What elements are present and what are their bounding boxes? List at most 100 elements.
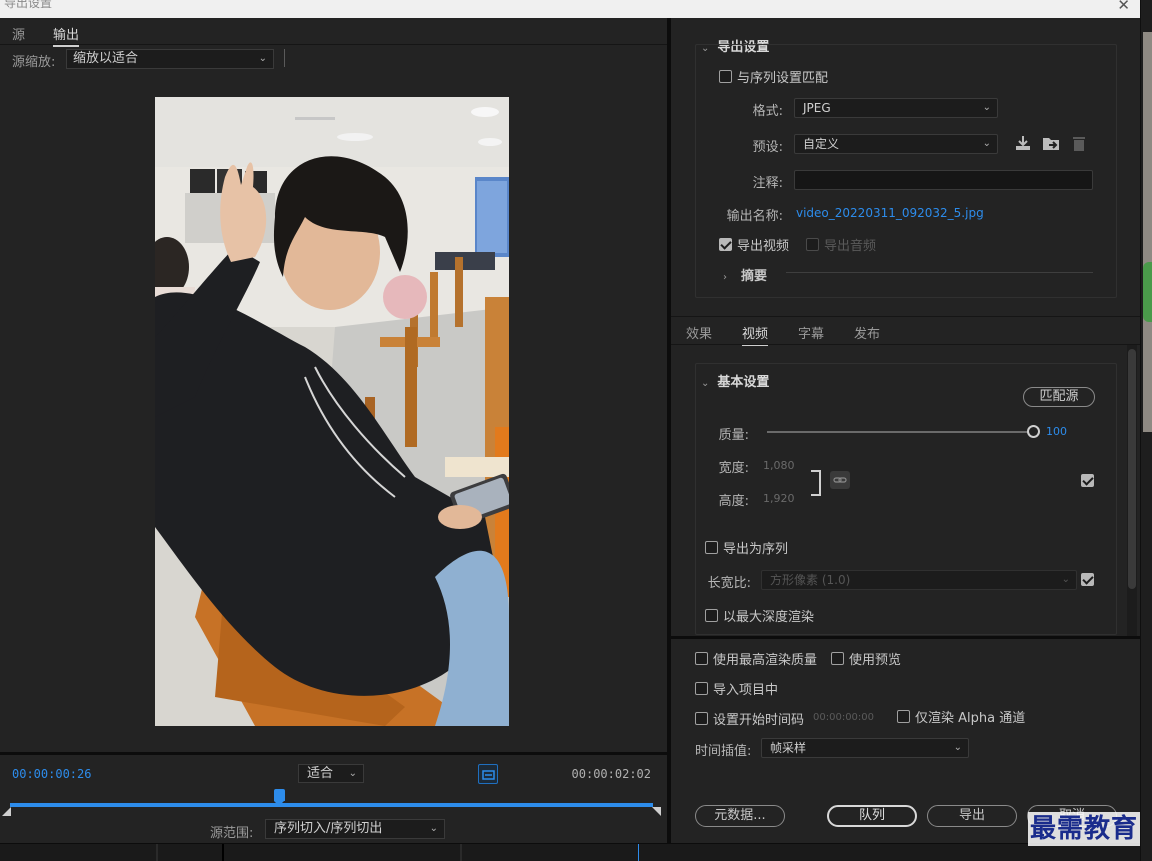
time-interpolation-select[interactable]: 帧采样 ⌄ xyxy=(761,738,969,758)
divider xyxy=(460,844,462,861)
export-video-checkbox[interactable]: 导出视频 xyxy=(719,235,789,254)
chevron-down-icon: ⌄ xyxy=(429,823,438,834)
format-label: 格式: xyxy=(752,104,783,119)
zoom-fit-select[interactable]: 适合 ⌄ xyxy=(298,764,364,783)
tab-video[interactable]: 视频 xyxy=(742,323,769,346)
tab-captions[interactable]: 字幕 xyxy=(798,323,824,342)
checkbox-box xyxy=(695,712,708,725)
override-size-checkbox[interactable] xyxy=(1081,474,1099,487)
chevron-down-icon: ⌄ xyxy=(348,768,357,779)
width-value[interactable]: 1,080 xyxy=(763,459,795,472)
format-value: JPEG xyxy=(803,101,831,115)
watermark-text: 最需教育 xyxy=(1028,812,1141,846)
max-render-quality-checkbox[interactable]: 使用最高渲染质量 xyxy=(695,649,817,668)
chevron-down-icon: ⌄ xyxy=(953,742,962,753)
fit-frame-button[interactable] xyxy=(478,764,498,784)
set-start-timecode-checkbox[interactable]: 设置开始时间码 xyxy=(695,709,804,728)
quality-value[interactable]: 100 xyxy=(1046,425,1067,438)
preset-select[interactable]: 自定义 ⌄ xyxy=(794,134,998,154)
height-value[interactable]: 1,920 xyxy=(763,492,795,505)
chevron-down-icon: ⌄ xyxy=(258,53,267,64)
delete-preset-icon[interactable] xyxy=(1069,134,1089,152)
metadata-button[interactable]: 元数据... xyxy=(695,805,785,827)
alpha-only-label: 仅渲染 Alpha 通道 xyxy=(915,711,1026,726)
chevron-down-icon: ⌄ xyxy=(982,138,991,149)
source-zoom-value: 缩放以适合 xyxy=(73,51,139,66)
aspect-select[interactable]: 方形像素 (1.0) ⌄ xyxy=(761,570,1077,590)
timeline-controls: 00:00:00:26 适合 ⌄ 00:00:02:02 源范围: 序列切入/序… xyxy=(0,752,667,844)
quality-slider-knob[interactable] xyxy=(1027,425,1040,438)
source-range-value: 序列切入/序列切出 xyxy=(274,821,383,836)
output-name-link[interactable]: video_20220311_092032_5.jpg xyxy=(796,206,984,220)
video-settings-area: ⌄ 基本设置 匹配源 质量: 100 宽度: 1,080 高度: 1,920 导出… xyxy=(671,344,1140,637)
current-timecode[interactable]: 00:00:00:26 xyxy=(12,767,91,781)
max-depth-checkbox[interactable]: 以最大深度渲染 xyxy=(705,606,814,625)
timeline-track[interactable] xyxy=(10,803,653,807)
zoom-fit-value: 适合 xyxy=(307,766,334,781)
tab-effects[interactable]: 效果 xyxy=(686,323,712,342)
checkbox-box xyxy=(695,652,708,665)
settings-tabs: 效果 视频 字幕 发布 xyxy=(671,316,1140,346)
background-window-strip xyxy=(1140,0,1152,861)
preset-label: 预设: xyxy=(752,140,783,155)
time-interpolation-label: 时间插值: xyxy=(695,744,752,759)
export-audio-checkbox[interactable]: 导出音频 xyxy=(806,235,876,254)
out-point-handle[interactable] xyxy=(652,807,661,816)
tab-publish[interactable]: 发布 xyxy=(854,323,880,342)
window-title: 导出设置 xyxy=(4,0,53,10)
left-preview-panel: 源 输出 源缩放: 缩放以适合 ⌄ xyxy=(0,18,667,750)
match-sequence-label: 与序列设置匹配 xyxy=(737,71,829,86)
export-audio-label: 导出音频 xyxy=(824,239,877,254)
start-timecode-value[interactable]: 00:00:00:00 xyxy=(813,712,874,723)
format-select[interactable]: JPEG ⌄ xyxy=(794,98,998,118)
end-timecode: 00:00:02:02 xyxy=(571,767,651,781)
checkbox-box xyxy=(806,238,819,251)
comment-label: 注释: xyxy=(752,176,783,191)
override-aspect-checkbox[interactable] xyxy=(1081,573,1099,586)
alpha-only-checkbox[interactable]: 仅渲染 Alpha 通道 xyxy=(897,707,1025,726)
export-as-sequence-checkbox[interactable]: 导出为序列 xyxy=(705,538,788,557)
tab-source[interactable]: 源 xyxy=(12,24,25,43)
import-into-project-checkbox[interactable]: 导入项目中 xyxy=(695,679,778,698)
checkbox-box xyxy=(719,238,732,251)
max-render-quality-label: 使用最高渲染质量 xyxy=(713,653,818,668)
match-source-button[interactable]: 匹配源 xyxy=(1023,387,1095,407)
scrollbar-thumb[interactable] xyxy=(1128,349,1136,589)
import-preset-icon[interactable] xyxy=(1041,134,1061,152)
checkbox-box xyxy=(897,710,910,723)
close-icon[interactable]: ✕ xyxy=(1117,0,1130,14)
export-settings-panel: ⌄ 导出设置 与序列设置匹配 格式: JPEG ⌄ 预设: 自定义 ⌄ 注释: 输… xyxy=(671,18,1140,843)
set-start-timecode-label: 设置开始时间码 xyxy=(713,713,805,728)
source-zoom-select[interactable]: 缩放以适合 ⌄ xyxy=(66,49,274,69)
width-label: 宽度: xyxy=(718,461,749,476)
quality-slider[interactable] xyxy=(767,431,1035,433)
match-sequence-checkbox[interactable]: 与序列设置匹配 xyxy=(719,67,828,86)
chevron-down-icon: ⌄ xyxy=(982,102,991,113)
comment-input[interactable] xyxy=(794,170,1093,190)
in-point-handle[interactable] xyxy=(2,807,11,816)
summary-label: 摘要 xyxy=(741,269,768,284)
checkbox-box xyxy=(1081,474,1094,487)
use-preview-checkbox[interactable]: 使用预览 xyxy=(831,649,901,668)
import-into-project-label: 导入项目中 xyxy=(713,683,779,698)
height-label: 高度: xyxy=(718,494,749,509)
basic-settings-header[interactable]: ⌄ 基本设置 xyxy=(701,371,769,390)
save-preset-icon[interactable] xyxy=(1013,134,1033,152)
basic-settings-title: 基本设置 xyxy=(717,375,770,390)
source-range-label: 源范围: xyxy=(210,826,254,841)
output-preview-viewer[interactable] xyxy=(0,72,667,750)
background-preview xyxy=(1143,32,1152,432)
background-timeline-strip xyxy=(0,843,1140,861)
summary-header[interactable]: › 摘要 xyxy=(723,265,767,284)
export-button[interactable]: 导出 xyxy=(927,805,1017,827)
queue-button[interactable]: 队列 xyxy=(827,805,917,827)
source-range-select[interactable]: 序列切入/序列切出 ⌄ xyxy=(265,819,445,839)
divider xyxy=(156,844,158,861)
max-depth-label: 以最大深度渲染 xyxy=(723,610,815,625)
preset-value: 自定义 xyxy=(803,137,840,151)
preview-photo xyxy=(155,97,509,726)
photo-illustration xyxy=(155,97,509,726)
checkbox-box xyxy=(719,70,732,83)
playhead[interactable] xyxy=(274,789,285,806)
constrain-proportions-button[interactable] xyxy=(830,471,850,489)
